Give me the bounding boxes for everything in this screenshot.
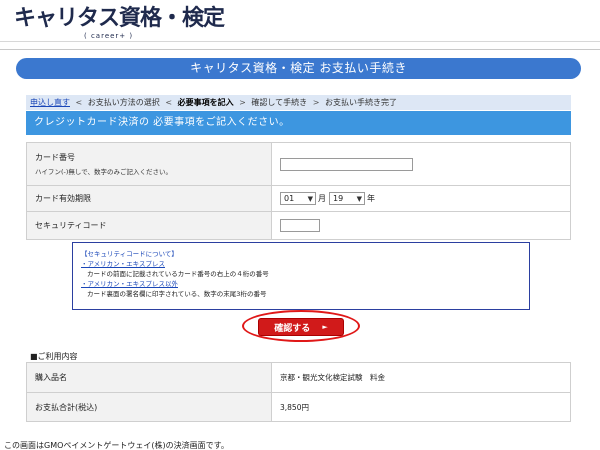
security-code-value-cell — [272, 212, 570, 239]
expiry-label: カード有効期限 — [35, 194, 91, 203]
chevron-down-icon: ▼ — [307, 194, 313, 203]
security-code-label: セキュリティコード — [35, 221, 107, 230]
breadcrumb: 申込し直す < お支払い方法の選択 < 必要事項を記入 > 確認して手続き > … — [26, 95, 571, 110]
amex-link[interactable]: ・アメリカン・エキスプレス — [81, 259, 165, 269]
page-title: キャリタス資格・検定 お支払い手続き — [16, 58, 581, 79]
table-row: お支払合計(税込) 3,850円 — [27, 392, 570, 421]
card-number-label: カード番号 — [35, 153, 75, 162]
header-divider — [0, 41, 600, 42]
site-logo[interactable]: キャリタス資格・検定 ( career+ ) — [14, 6, 225, 40]
expiry-year-value: 19 — [333, 194, 344, 203]
security-code-row: セキュリティコード — [27, 211, 570, 239]
expiry-year-select[interactable]: 19 ▼ — [329, 192, 365, 205]
product-value: 京都・観光文化検定試験 料金 — [280, 373, 385, 382]
breadcrumb-separator: < — [165, 98, 173, 107]
confirm-button-label: 確認する — [274, 323, 311, 334]
breadcrumb-step-complete: お支払い手続き完了 — [324, 98, 397, 107]
payment-form: カード番号 ハイフン(-)無しで、数字のみご記入ください。 カード有効期限 01… — [26, 142, 571, 240]
total-value: 3,850円 — [280, 402, 309, 412]
logo-text: キャリタス資格・検定 — [14, 6, 225, 31]
year-unit: 年 — [367, 194, 375, 203]
expiry-month-value: 01 — [284, 194, 295, 203]
non-amex-description: カード裏面の署名欄に印字されている、数字の末尾3桁の番号 — [87, 290, 267, 298]
restart-link[interactable]: 申込し直す — [30, 98, 70, 107]
expiry-row: カード有効期限 01 ▼ 月 19 ▼ 年 — [27, 185, 570, 211]
expiry-label-cell: カード有効期限 — [27, 186, 272, 211]
product-label: 購入品名 — [27, 363, 272, 392]
non-amex-link[interactable]: ・アメリカン・エキスプレス以外 — [81, 279, 178, 289]
breadcrumb-step-current: 必要事項を記入 — [177, 98, 234, 107]
breadcrumb-separator: > — [312, 98, 320, 107]
section-heading: クレジットカード決済の 必要事項をご記入ください。 — [26, 111, 571, 135]
month-unit: 月 — [318, 194, 326, 203]
card-number-input[interactable] — [280, 157, 413, 171]
breadcrumb-step-confirm: 確認して手続き — [251, 98, 308, 107]
amex-description: カードの前面に記載されているカード番号の右上の４桁の番号 — [87, 270, 269, 278]
security-code-label-cell: セキュリティコード — [27, 212, 272, 239]
expiry-value-cell: 01 ▼ 月 19 ▼ 年 — [272, 186, 570, 211]
card-number-note: ハイフン(-)無しで、数字のみご記入ください。 — [35, 168, 172, 176]
confirm-button[interactable]: 確認する ► — [258, 318, 344, 336]
card-number-value-cell — [272, 143, 570, 185]
logo-subtext: ( career+ ) — [84, 32, 134, 40]
usage-table: 購入品名 京都・観光文化検定試験 料金 お支払合計(税込) 3,850円 — [26, 362, 571, 422]
chevron-right-icon: ► — [322, 323, 328, 331]
confirm-highlight-ring: 確認する ► — [242, 310, 360, 342]
security-code-input[interactable] — [280, 219, 320, 232]
breadcrumb-step-select-method: お支払い方法の選択 — [87, 98, 160, 107]
chevron-down-icon: ▼ — [356, 194, 362, 203]
expiry-month-select[interactable]: 01 ▼ — [280, 192, 316, 205]
table-row: 購入品名 京都・観光文化検定試験 料金 — [27, 363, 570, 392]
card-number-row: カード番号 ハイフン(-)無しで、数字のみご記入ください。 — [27, 143, 570, 185]
security-code-info: 【セキュリティコードについて】 ・アメリカン・エキスプレス カードの前面に記載さ… — [72, 242, 530, 310]
breadcrumb-separator: > — [239, 98, 246, 107]
card-number-label-cell: カード番号 ハイフン(-)無しで、数字のみご記入ください。 — [27, 143, 272, 185]
total-label: お支払合計(税込) — [27, 393, 272, 421]
footer-note: この画面はGMOペイメントゲートウェイ(株)の決済画面です。 — [4, 441, 229, 450]
usage-heading: ■ご利用内容 — [30, 352, 78, 361]
security-info-title: 【セキュリティコードについて】 — [81, 250, 178, 258]
breadcrumb-separator: < — [75, 98, 83, 107]
site-header: キャリタス資格・検定 ( career+ ) — [0, 0, 600, 50]
